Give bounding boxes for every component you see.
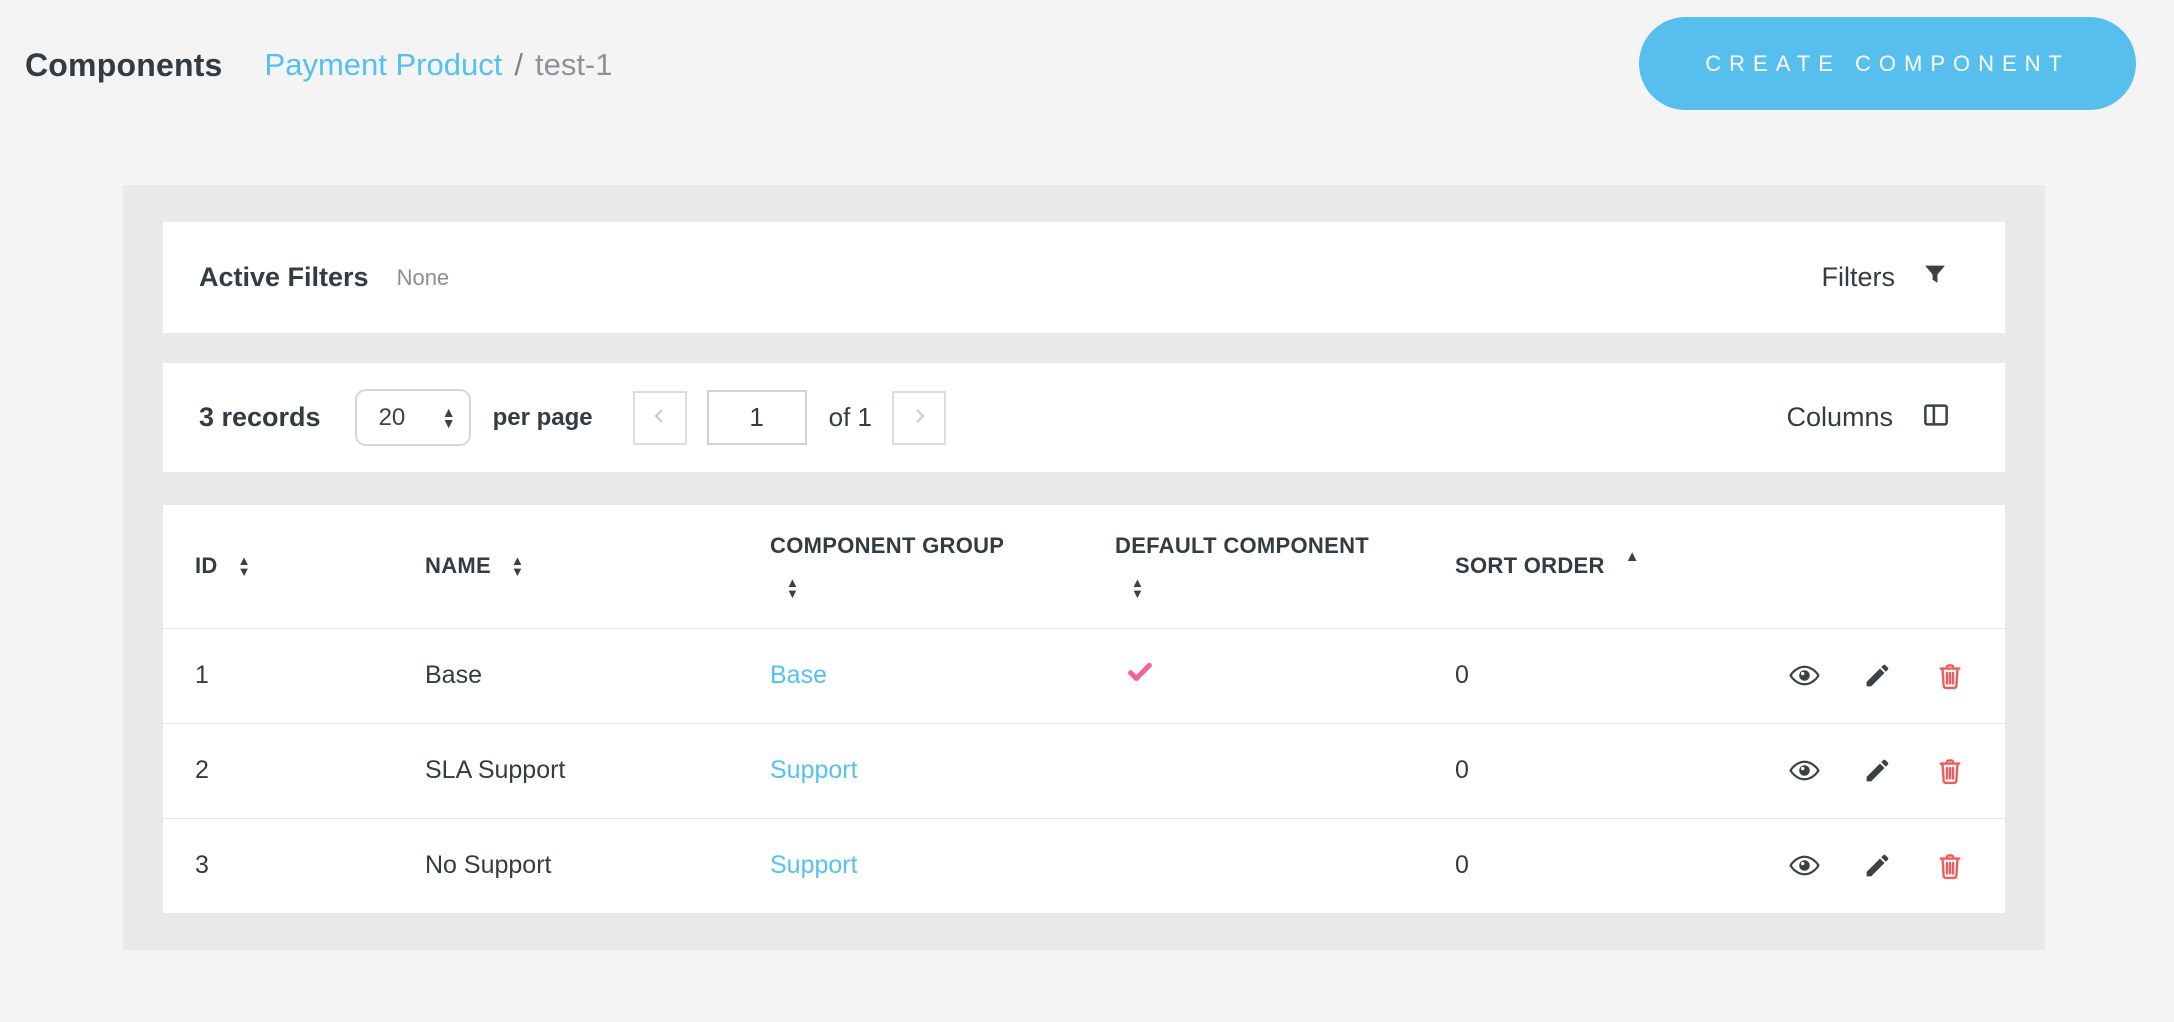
trash-icon [1935, 774, 1965, 789]
breadcrumb: Payment Product / test-1 [265, 47, 613, 83]
per-page-select[interactable]: 20 ▲▼ [355, 389, 471, 446]
create-component-button[interactable]: CREATE COMPONENT [1639, 17, 2136, 110]
active-filters-value: None [397, 265, 450, 291]
table-toolbar: 3 records 20 ▲▼ per page of 1 Colum [163, 363, 2005, 472]
column-header-id[interactable]: ID ▲▼ [163, 505, 395, 628]
delete-button[interactable] [1935, 661, 1965, 691]
component-group-link[interactable]: Base [770, 661, 827, 689]
columns-icon [1921, 400, 1951, 435]
previous-page-button[interactable] [633, 391, 687, 445]
eye-icon [1789, 774, 1820, 789]
sort-updown-icon: ▲▼ [1131, 577, 1144, 599]
column-header-sort-order[interactable]: SORT ORDER▲ [1425, 505, 1685, 628]
active-filters-label: Active Filters [199, 262, 369, 293]
breadcrumb-current: test-1 [535, 47, 613, 83]
view-button[interactable] [1789, 850, 1820, 881]
filters-toggle-button[interactable]: Filters [1822, 261, 1950, 294]
sort-updown-icon: ▲▼ [238, 555, 251, 577]
components-table: ID ▲▼ NAME ▲▼ COMPONENT GROUP ▲▼ [163, 505, 2005, 913]
cell-default-component [1085, 628, 1425, 723]
funnel-icon [1921, 261, 1949, 294]
table-row: 1 Base Base 0 [163, 628, 2005, 723]
sort-updown-icon: ▲▼ [511, 555, 524, 577]
table-row: 3 No Support Support 0 [163, 818, 2005, 913]
cell-id: 3 [163, 818, 395, 913]
filters-toggle-label: Filters [1822, 262, 1896, 293]
content-panel: Active Filters None Filters 3 records 20… [123, 185, 2045, 950]
page-number-input[interactable] [707, 390, 807, 445]
column-header-component-group[interactable]: COMPONENT GROUP ▲▼ [740, 505, 1085, 628]
component-group-link[interactable]: Support [770, 851, 858, 879]
component-group-link[interactable]: Support [770, 756, 858, 784]
cell-name: No Support [395, 818, 740, 913]
cell-actions [1685, 628, 2005, 723]
breadcrumb-link-payment-product[interactable]: Payment Product [265, 47, 503, 83]
edit-button[interactable] [1863, 756, 1892, 785]
components-table-card: ID ▲▼ NAME ▲▼ COMPONENT GROUP ▲▼ [163, 505, 2005, 913]
columns-button[interactable]: Columns [1786, 400, 1951, 435]
active-filters-bar: Active Filters None Filters [163, 222, 2005, 333]
edit-button[interactable] [1863, 851, 1892, 880]
next-page-button[interactable] [892, 391, 946, 445]
view-button[interactable] [1789, 755, 1820, 786]
eye-icon [1789, 679, 1820, 694]
cell-id: 1 [163, 628, 395, 723]
pencil-icon [1863, 678, 1892, 693]
cell-name: SLA Support [395, 723, 740, 818]
pencil-icon [1863, 773, 1892, 788]
cell-default-component [1085, 818, 1425, 913]
page-title: Components [25, 47, 223, 84]
cell-sort-order: 0 [1425, 723, 1685, 818]
chevron-left-icon [648, 404, 672, 431]
cell-actions [1685, 723, 2005, 818]
cell-component-group: Support [740, 723, 1085, 818]
cell-default-component [1085, 723, 1425, 818]
chevron-right-icon [907, 404, 931, 431]
check-icon [1125, 657, 1155, 694]
cell-name: Base [395, 628, 740, 723]
delete-button[interactable] [1935, 851, 1965, 881]
column-header-default-component[interactable]: DEFAULT COMPONENT ▲▼ [1085, 505, 1425, 628]
sort-updown-icon: ▲▼ [786, 577, 799, 599]
columns-button-label: Columns [1786, 402, 1893, 433]
pencil-icon [1863, 868, 1892, 883]
pagination: of 1 [633, 390, 946, 445]
cell-id: 2 [163, 723, 395, 818]
eye-icon [1789, 869, 1820, 884]
edit-button[interactable] [1863, 661, 1892, 690]
table-row: 2 SLA Support Support 0 [163, 723, 2005, 818]
column-header-name[interactable]: NAME ▲▼ [395, 505, 740, 628]
page-total-label: of 1 [829, 402, 872, 433]
table-header-row: ID ▲▼ NAME ▲▼ COMPONENT GROUP ▲▼ [163, 505, 2005, 628]
trash-icon [1935, 679, 1965, 694]
cell-sort-order: 0 [1425, 628, 1685, 723]
cell-sort-order: 0 [1425, 818, 1685, 913]
delete-button[interactable] [1935, 756, 1965, 786]
cell-component-group: Base [740, 628, 1085, 723]
per-page-label: per page [493, 404, 593, 432]
view-button[interactable] [1789, 660, 1820, 691]
per-page-selected-value: 20 [379, 404, 406, 432]
select-caret-icon: ▲▼ [442, 407, 456, 429]
breadcrumb-separator: / [514, 47, 523, 83]
cell-actions [1685, 818, 2005, 913]
top-bar: Components Payment Product / test-1 CREA… [0, 0, 2174, 130]
column-header-actions [1685, 505, 2005, 628]
sort-ascending-icon: ▲ [1625, 548, 1640, 565]
trash-icon [1935, 869, 1965, 884]
cell-component-group: Support [740, 818, 1085, 913]
records-count-label: 3 records [199, 402, 321, 433]
